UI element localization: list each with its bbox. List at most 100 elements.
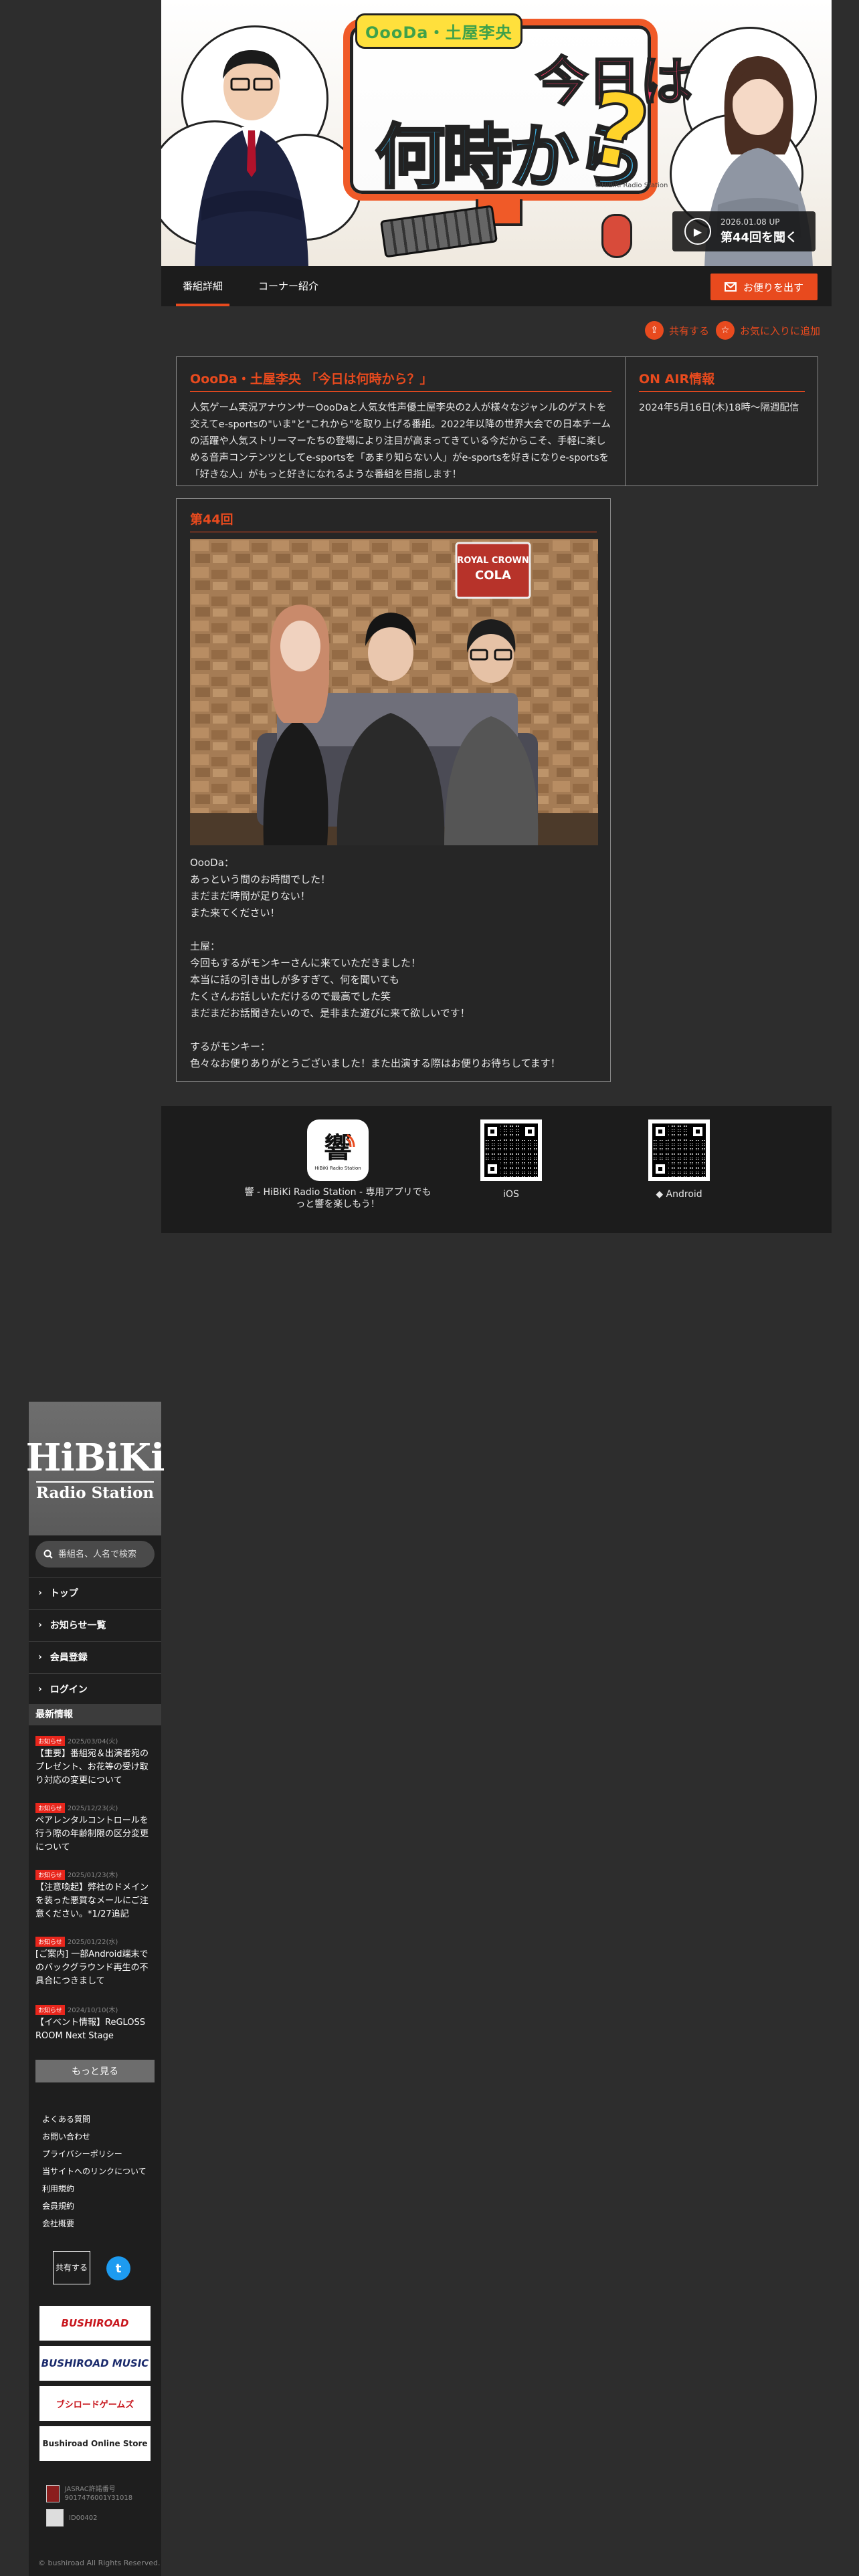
sidebar-item-news[interactable]: › お知らせ一覧 <box>29 1609 161 1640</box>
ios-qr-code[interactable] <box>480 1119 542 1181</box>
keyboard-illustration <box>379 205 498 258</box>
episode-photo: ROYAL CROWN COLA <box>190 539 598 845</box>
search-input[interactable] <box>58 1549 152 1560</box>
episode-card: 第44回 ROYAL CROWN COLA OooDa： あっという間のお時間で… <box>176 498 611 1082</box>
search-icon <box>43 1549 53 1559</box>
news-heading: 最新情報 <box>29 1704 161 1725</box>
photo-sign-line1: ROYAL CROWN <box>457 556 529 566</box>
site-logo[interactable]: HiBiKi Radio Station <box>26 1402 165 1535</box>
news-date: 2025/01/22(水) <box>67 1939 118 1946</box>
footer-link-terms[interactable]: 利用規約 <box>42 2183 74 2194</box>
program-description-section: OooDa・土屋李央 「今日は何時から？」 人気ゲーム実況アナウンサーOooDa… <box>177 357 626 486</box>
mouse-illustration <box>601 214 632 258</box>
footer-link-linking[interactable]: 当サイトへのリンクについて <box>42 2165 147 2177</box>
jasrac-notice: JASRAC許諾番号 9017476001Y31018 <box>46 2485 153 2502</box>
tab-program-detail[interactable]: 番組詳細 <box>176 266 229 306</box>
hibiki-logo-icon: 響 <box>324 1132 355 1164</box>
qr-corner <box>484 1123 500 1140</box>
send-letter-button[interactable]: お便りを出す <box>710 274 818 300</box>
sidebar-item-login[interactable]: › ログイン <box>29 1673 161 1704</box>
sidebar-item-register[interactable]: › 会員登録 <box>29 1641 161 1672</box>
photo-sign-line2: COLA <box>475 568 511 582</box>
banner-bushiroad-games[interactable]: ブシロードゲームズ <box>39 2386 151 2421</box>
news-item[interactable]: お知らせ 2024/10/10(木) 【イベント情報】ReGLOSS ROOM N… <box>35 2002 156 2043</box>
qr-corner <box>522 1123 538 1140</box>
onair-section: ON AIR情報 2024年5月16日(木)18時〜隔週配信 <box>626 357 818 486</box>
news-item[interactable]: お知らせ 2025/12/23(火) ペアレンタルコントロールを行う際の年齢制限の… <box>35 1800 156 1854</box>
chevron-right-icon: › <box>38 1587 42 1598</box>
news-date: 2025/01/23(木) <box>67 1872 118 1879</box>
page-root: OooDa・土屋李央 今日は 何時から ? ©HiBiKi Radio Stat… <box>0 0 859 2576</box>
sidebar-item-top[interactable]: › トップ <box>29 1577 161 1608</box>
hero-credit: ©HiBiKi Radio Station <box>595 182 668 189</box>
send-letter-label: お便りを出す <box>743 281 803 294</box>
play-button-text: 2026.01.08 UP 第44回を聞く <box>721 217 797 245</box>
program-info-panel: OooDa・土屋李央 「今日は何時から？」 人気ゲーム実況アナウンサーOooDa… <box>176 356 818 486</box>
news-item[interactable]: お知らせ 2025/01/22(水) [ご案内] 一部Android端末でのバック… <box>35 1934 156 1988</box>
android-icon: ◆ <box>656 1189 664 1200</box>
footer-link-member-terms[interactable]: 会員規約 <box>42 2200 74 2212</box>
share-icon: ⇪ <box>645 321 664 340</box>
favorite-label: お気に入りに追加 <box>740 324 821 337</box>
news-item[interactable]: お知らせ 2025/03/04(火) 【重要】番組宛＆出演者宛のプレゼント、お花等… <box>35 1733 156 1788</box>
banner-bushiroad[interactable]: BUSHIROAD <box>39 2306 151 2341</box>
site-logo-line2: Radio Station <box>35 1481 155 1502</box>
star-icon: ☆ <box>716 321 735 340</box>
favorite-button[interactable]: ☆ お気に入りに追加 <box>716 320 820 341</box>
android-qr-code[interactable] <box>648 1119 710 1181</box>
footer-link-faq[interactable]: よくある質問 <box>42 2113 90 2125</box>
android-label: Android <box>666 1189 702 1200</box>
news-item[interactable]: お知らせ 2025/01/23(木) 【注意喚起】弊社のドメインを装った悪質なメー… <box>35 1867 156 1921</box>
app-download-section: 響 HiBiKi Radio Station 響 - HiBiKi Radio … <box>161 1106 832 1233</box>
sidebar-share-button[interactable]: 共有する <box>53 2251 90 2284</box>
play-episode-button[interactable]: ▶ 2026.01.08 UP 第44回を聞く <box>672 211 816 251</box>
more-news-button[interactable]: もっと見る <box>35 2060 155 2082</box>
chevron-right-icon: › <box>38 1619 42 1630</box>
sidebar-item-label: ログイン <box>50 1684 88 1695</box>
sidebar: HiBiKi Radio Station ›トップ ›お知らせ一覧 ›会員登録 … <box>26 1402 165 2576</box>
nextone-notice: ID00402 <box>46 2509 97 2527</box>
twitter-icon[interactable]: t <box>106 2256 130 2280</box>
chevron-right-icon: › <box>38 1683 42 1695</box>
nextone-text: ID00402 <box>69 2514 98 2522</box>
nextone-logo-icon <box>46 2509 64 2527</box>
site-logo-line1: HiBiKi <box>25 1435 165 1480</box>
jasrac-text: JASRAC許諾番号 9017476001Y31018 <box>64 2486 133 2502</box>
host-oooda-illustration <box>195 50 308 266</box>
play-episode-label: 第44回を聞く <box>721 231 798 245</box>
banner-online-store[interactable]: Bushiroad Online Store <box>39 2426 151 2461</box>
news-date: 2025/12/23(火) <box>67 1805 118 1812</box>
program-description: 人気ゲーム実況アナウンサーOooDaと人気女性声優土屋李央の2人が様々なジャンル… <box>190 403 611 480</box>
qr-corner <box>652 1123 668 1140</box>
banner-bushiroad-music[interactable]: BUSHIROAD MUSIC <box>39 2346 151 2381</box>
app-icon-label: HiBiKi Radio Station <box>314 1166 361 1171</box>
footer-link-privacy[interactable]: プライバシーポリシー <box>42 2148 122 2159</box>
ios-link[interactable]: iOS <box>480 1189 542 1200</box>
footer-link-company[interactable]: 会社概要 <box>42 2218 74 2229</box>
hibiki-app-icon[interactable]: 響 HiBiKi Radio Station <box>307 1119 369 1181</box>
qr-corner <box>690 1123 706 1140</box>
chevron-right-icon: › <box>38 1651 42 1662</box>
footer-link-contact[interactable]: お問い合わせ <box>42 2131 90 2142</box>
qr-corner <box>484 1161 500 1177</box>
news-date: 2024/10/10(木) <box>67 2007 118 2014</box>
news-badge: お知らせ <box>35 1937 65 1947</box>
play-icon: ▶ <box>684 218 711 245</box>
android-link[interactable]: ◆ Android <box>642 1189 717 1200</box>
share-label: 共有する <box>669 324 710 337</box>
qr-corner <box>652 1161 668 1177</box>
share-button[interactable]: ⇪ 共有する <box>645 320 709 341</box>
tab-corner-intro[interactable]: コーナー紹介 <box>255 266 322 306</box>
program-title: OooDa・土屋李央 「今日は何時から？」 <box>190 369 611 392</box>
android-qr-pattern <box>652 1123 706 1177</box>
hero-banner: OooDa・土屋李央 今日は 何時から ? ©HiBiKi Radio Stat… <box>161 0 832 266</box>
sidebar-item-label: 会員登録 <box>50 1652 88 1663</box>
news-date: 2025/03/04(火) <box>67 1738 118 1745</box>
episode-photo-image: ROYAL CROWN COLA <box>190 539 598 845</box>
news-title: 【イベント情報】ReGLOSS ROOM Next Stage <box>35 2018 146 2041</box>
news-badge: お知らせ <box>35 1736 65 1746</box>
news-title: ペアレンタルコントロールを行う際の年齢制限の区分変更について <box>35 1816 149 1852</box>
news-title: 【重要】番組宛＆出演者宛のプレゼント、お花等の受け取り対応の変更について <box>35 1749 149 1786</box>
envelope-icon <box>724 282 737 292</box>
news-title: 【注意喚起】弊社のドメインを装った悪質なメールにご注意ください。*1/27追記 <box>35 1883 149 1919</box>
